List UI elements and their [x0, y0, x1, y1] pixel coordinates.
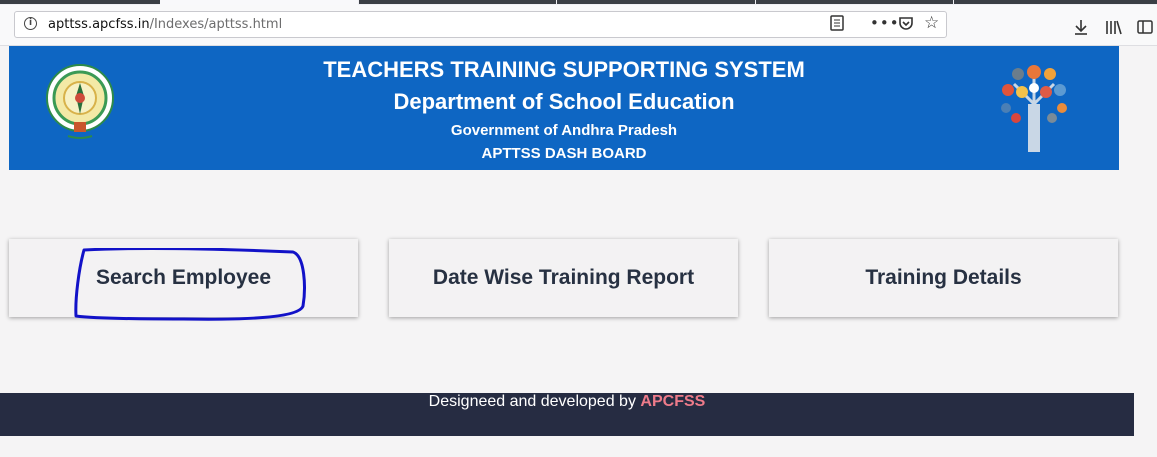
government-subtitle: Government of Andhra Pradesh	[450, 122, 678, 139]
dashboard-subtitle: APTTSS DASH BOARD	[481, 145, 647, 162]
info-icon[interactable]: i	[24, 17, 37, 30]
browser-tab[interactable]	[557, 0, 755, 4]
browser-tab[interactable]	[954, 0, 1157, 4]
browser-tab[interactable]	[0, 0, 160, 4]
footer-text: Designeed and developed by	[428, 393, 636, 410]
training-details-button[interactable]: Training Details	[769, 239, 1118, 317]
sidebar-icon[interactable]	[1137, 19, 1153, 39]
bookmark-star-icon[interactable]: ☆	[924, 13, 939, 33]
browser-tab[interactable]	[756, 0, 953, 4]
card-label: Training Details	[865, 266, 1022, 289]
pocket-icon[interactable]	[898, 15, 914, 35]
downloads-icon[interactable]	[1073, 19, 1089, 39]
browser-toolbar: i apttss.apcfss.in/Indexes/apttss.html •…	[0, 5, 1157, 46]
url-text[interactable]: apttss.apcfss.in/Indexes/apttss.html	[48, 17, 282, 32]
browser-tab[interactable]	[359, 0, 556, 4]
reader-mode-icon[interactable]	[830, 15, 844, 35]
more-icon[interactable]: •••	[870, 14, 900, 32]
system-title: TEACHERS TRAINING SUPPORTING SYSTEM	[323, 57, 805, 82]
search-employee-button[interactable]: Search Employee	[9, 239, 358, 317]
library-icon[interactable]	[1105, 19, 1123, 39]
department-title: Department of School Education	[393, 89, 735, 114]
card-label: Search Employee	[95, 266, 272, 289]
card-label: Date Wise Training Report	[432, 266, 695, 289]
footer-brand-link[interactable]: APCFSS	[640, 393, 705, 410]
address-bar[interactable]: i apttss.apcfss.in/Indexes/apttss.html •…	[14, 11, 947, 38]
site-header: TEACHERS TRAINING SUPPORTING SYSTEM Depa…	[9, 46, 1119, 170]
site-footer: Designeed and developed by APCFSS	[0, 393, 1134, 436]
date-wise-training-report-button[interactable]: Date Wise Training Report	[389, 239, 738, 317]
